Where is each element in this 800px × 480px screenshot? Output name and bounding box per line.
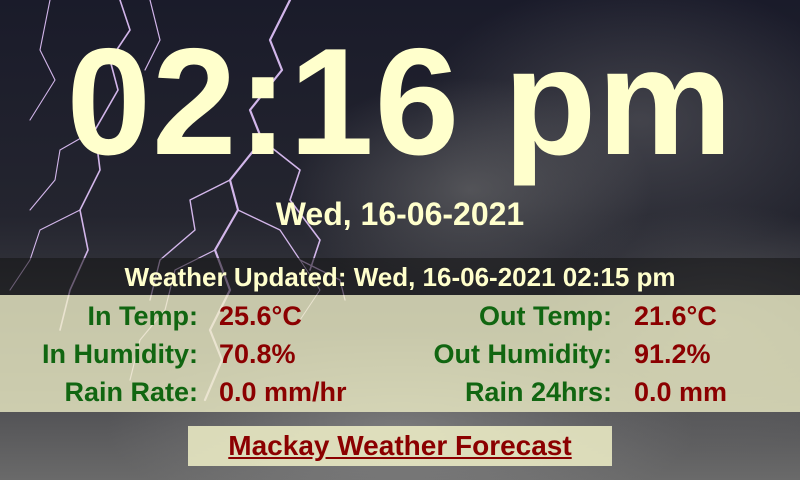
rain-24hrs-value: 0.0 mm — [634, 377, 728, 407]
forecast-link[interactable]: Mackay Weather Forecast — [188, 426, 612, 466]
readings-row-rain: Rain Rate: 0.0 mm/hr Rain 24hrs: 0.0 mm — [0, 373, 800, 412]
rain-rate-value: 0.0 mm/hr — [219, 377, 347, 407]
clock-time: 02:16 pm — [66, 17, 734, 187]
weather-readings-panel: In Temp: 25.6°C Out Temp: 21.6°C In Humi… — [0, 295, 800, 412]
in-humidity-value: 70.8% — [219, 339, 296, 369]
weather-updated-banner: Weather Updated: Wed, 16-06-2021 02:15 p… — [0, 258, 800, 295]
out-humidity-value: 91.2% — [634, 339, 711, 369]
readings-row-temp: In Temp: 25.6°C Out Temp: 21.6°C — [0, 297, 800, 336]
out-temp-value: 21.6°C — [634, 301, 717, 331]
out-humidity-label: Out Humidity: — [433, 339, 612, 369]
in-temp-label: In Temp: — [87, 301, 199, 331]
in-humidity-label: In Humidity: — [42, 339, 198, 369]
clock-date: Wed, 16-06-2021 — [275, 196, 525, 232]
rain-rate-label: Rain Rate: — [64, 377, 198, 407]
in-temp-value: 25.6°C — [219, 301, 302, 331]
readings-row-humidity: In Humidity: 70.8% Out Humidity: 91.2% — [0, 335, 800, 374]
rain-24hrs-label: Rain 24hrs: — [464, 377, 612, 407]
out-temp-label: Out Temp: — [479, 301, 612, 331]
